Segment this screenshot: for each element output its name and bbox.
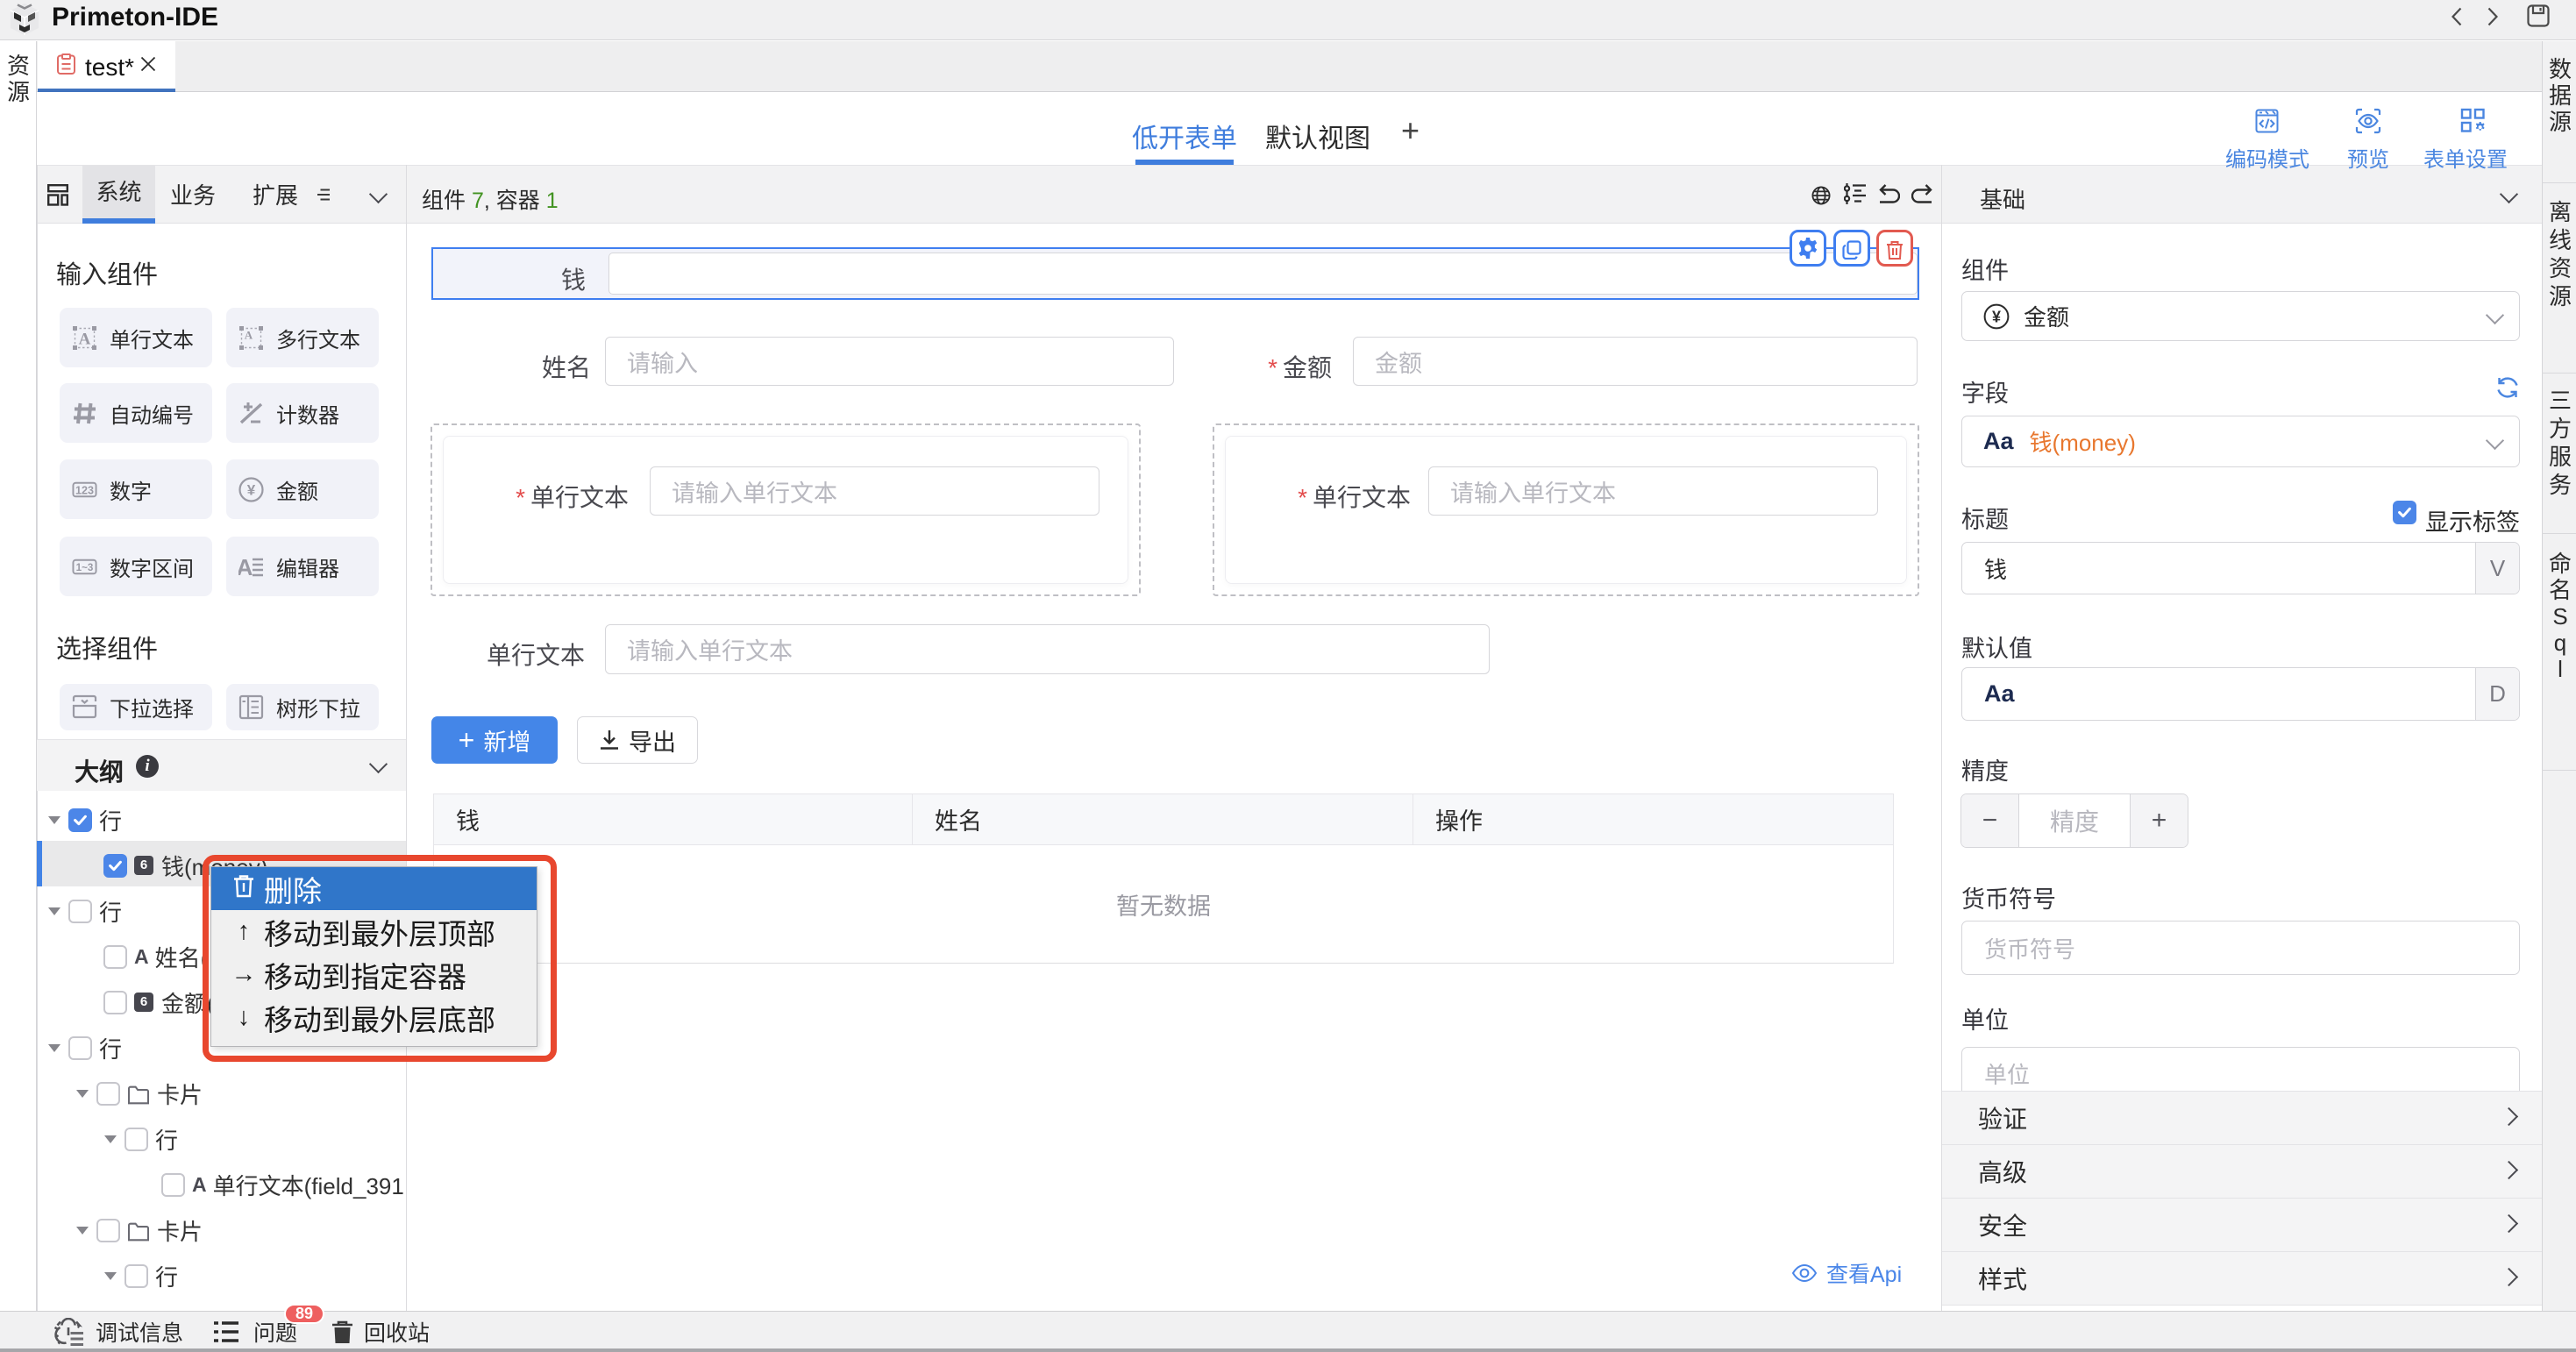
svg-text:A: A <box>238 554 253 580</box>
svg-text:A: A <box>79 330 91 348</box>
svg-text:1~3: 1~3 <box>76 561 94 573</box>
svg-text:¥: ¥ <box>247 481 256 498</box>
svg-text:¥: ¥ <box>1992 308 2001 325</box>
svg-text:123: 123 <box>75 484 94 496</box>
svg-text:A: A <box>245 328 253 341</box>
